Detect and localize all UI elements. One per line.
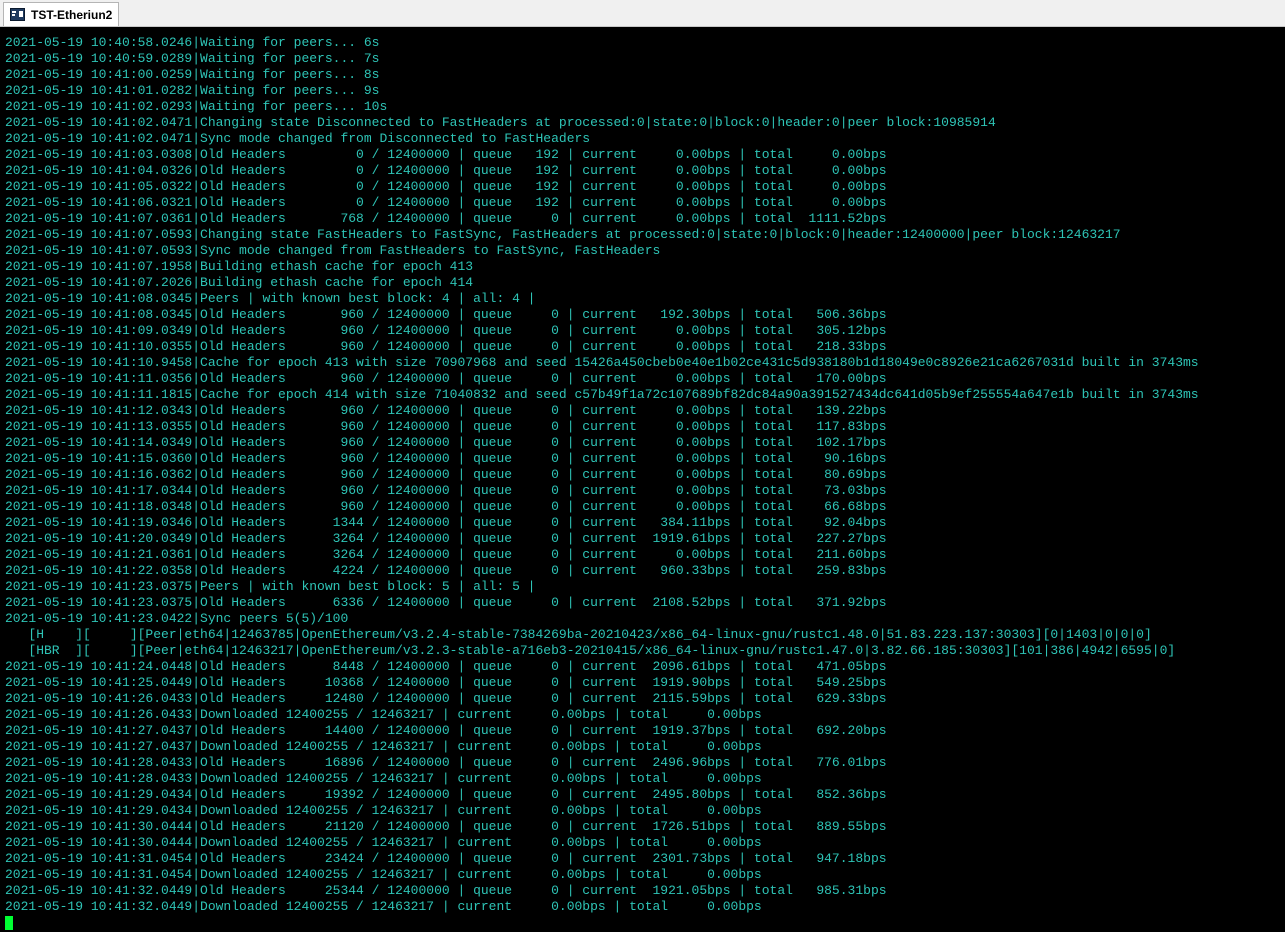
terminal-line: 2021-05-19 10:41:29.0434|Downloaded 1240… xyxy=(5,803,762,818)
terminal-line: 2021-05-19 10:40:58.0246|Waiting for pee… xyxy=(5,35,380,50)
terminal-line: 2021-05-19 10:41:31.0454|Old Headers 234… xyxy=(5,851,887,866)
terminal-line: 2021-05-19 10:41:08.0345|Old Headers 960… xyxy=(5,307,887,322)
terminal-line: 2021-05-19 10:41:26.0433|Old Headers 124… xyxy=(5,691,887,706)
terminal-line: 2021-05-19 10:41:22.0358|Old Headers 422… xyxy=(5,563,887,578)
terminal-line: 2021-05-19 10:41:06.0321|Old Headers 0 /… xyxy=(5,195,887,210)
terminal-line: 2021-05-19 10:41:01.0282|Waiting for pee… xyxy=(5,83,380,98)
terminal-line: 2021-05-19 10:41:04.0326|Old Headers 0 /… xyxy=(5,163,887,178)
terminal-line: 2021-05-19 10:41:27.0437|Old Headers 144… xyxy=(5,723,887,738)
tab-bar: TST-Etheriun2 xyxy=(0,0,1285,27)
terminal-line: 2021-05-19 10:41:09.0349|Old Headers 960… xyxy=(5,323,887,338)
terminal-line: 2021-05-19 10:41:20.0349|Old Headers 326… xyxy=(5,531,887,546)
terminal-line: [HBR ][ ][Peer|eth64|12463217|OpenEthere… xyxy=(5,643,1176,658)
terminal-line: 2021-05-19 10:41:32.0449|Downloaded 1240… xyxy=(5,899,762,914)
terminal-line: 2021-05-19 10:41:28.0433|Downloaded 1240… xyxy=(5,771,762,786)
tab-title: TST-Etheriun2 xyxy=(31,7,113,22)
terminal-icon xyxy=(10,8,25,21)
terminal-line: 2021-05-19 10:41:19.0346|Old Headers 134… xyxy=(5,515,887,530)
terminal-line: 2021-05-19 10:41:07.1958|Building ethash… xyxy=(5,259,474,274)
prompt-line[interactable] xyxy=(5,915,1285,931)
terminal-line: 2021-05-19 10:41:23.0375|Old Headers 633… xyxy=(5,595,887,610)
terminal-line: 2021-05-19 10:41:25.0449|Old Headers 103… xyxy=(5,675,887,690)
terminal-line: 2021-05-19 10:41:29.0434|Old Headers 193… xyxy=(5,787,887,802)
terminal-line: 2021-05-19 10:41:30.0444|Downloaded 1240… xyxy=(5,835,762,850)
terminal-line: 2021-05-19 10:41:12.0343|Old Headers 960… xyxy=(5,403,887,418)
terminal-line: 2021-05-19 10:41:02.0471|Changing state … xyxy=(5,115,996,130)
terminal-line: 2021-05-19 10:41:02.0471|Sync mode chang… xyxy=(5,131,591,146)
terminal-line: 2021-05-19 10:41:07.0593|Changing state … xyxy=(5,227,1121,242)
terminal-line: 2021-05-19 10:41:27.0437|Downloaded 1240… xyxy=(5,739,762,754)
terminal-line: 2021-05-19 10:41:11.0356|Old Headers 960… xyxy=(5,371,887,386)
terminal-line: 2021-05-19 10:41:30.0444|Old Headers 211… xyxy=(5,819,887,834)
terminal-line: 2021-05-19 10:41:13.0355|Old Headers 960… xyxy=(5,419,887,434)
terminal-line: 2021-05-19 10:41:28.0433|Old Headers 168… xyxy=(5,755,887,770)
terminal-line: 2021-05-19 10:41:05.0322|Old Headers 0 /… xyxy=(5,179,887,194)
terminal-line: [H ][ ][Peer|eth64|12463785|OpenEthereum… xyxy=(5,627,1152,642)
terminal-line: 2021-05-19 10:40:59.0289|Waiting for pee… xyxy=(5,51,380,66)
terminal-window: TST-Etheriun2 2021-05-19 10:40:58.0246|W… xyxy=(0,0,1285,932)
terminal-line: 2021-05-19 10:41:23.0375|Peers | with kn… xyxy=(5,579,536,594)
terminal-line: 2021-05-19 10:41:31.0454|Downloaded 1240… xyxy=(5,867,762,882)
terminal-line: 2021-05-19 10:41:00.0259|Waiting for pee… xyxy=(5,67,380,82)
terminal-line: 2021-05-19 10:41:15.0360|Old Headers 960… xyxy=(5,451,887,466)
terminal-line: 2021-05-19 10:41:21.0361|Old Headers 326… xyxy=(5,547,887,562)
terminal-line: 2021-05-19 10:41:08.0345|Peers | with kn… xyxy=(5,291,536,306)
terminal-line: 2021-05-19 10:41:23.0422|Sync peers 5(5)… xyxy=(5,611,349,626)
terminal-line: 2021-05-19 10:41:02.0293|Waiting for pee… xyxy=(5,99,388,114)
terminal-line: 2021-05-19 10:41:10.0355|Old Headers 960… xyxy=(5,339,887,354)
terminal-line: 2021-05-19 10:41:14.0349|Old Headers 960… xyxy=(5,435,887,450)
terminal-line: 2021-05-19 10:41:16.0362|Old Headers 960… xyxy=(5,467,887,482)
terminal-line: 2021-05-19 10:41:07.0593|Sync mode chang… xyxy=(5,243,661,258)
terminal-line: 2021-05-19 10:41:18.0348|Old Headers 960… xyxy=(5,499,887,514)
terminal-line: 2021-05-19 10:41:17.0344|Old Headers 960… xyxy=(5,483,887,498)
terminal-line: 2021-05-19 10:41:10.9458|Cache for epoch… xyxy=(5,355,1199,370)
cursor xyxy=(5,916,13,930)
terminal-line: 2021-05-19 10:41:24.0448|Old Headers 844… xyxy=(5,659,887,674)
tab-session[interactable]: TST-Etheriun2 xyxy=(3,2,120,26)
terminal-line: 2021-05-19 10:41:03.0308|Old Headers 0 /… xyxy=(5,147,887,162)
terminal-line: 2021-05-19 10:41:07.2026|Building ethash… xyxy=(5,275,474,290)
terminal-line: 2021-05-19 10:41:11.1815|Cache for epoch… xyxy=(5,387,1199,402)
terminal-line: 2021-05-19 10:41:26.0433|Downloaded 1240… xyxy=(5,707,762,722)
terminal-line: 2021-05-19 10:41:32.0449|Old Headers 253… xyxy=(5,883,887,898)
terminal-output[interactable]: 2021-05-19 10:40:58.0246|Waiting for pee… xyxy=(0,27,1285,932)
terminal-line: 2021-05-19 10:41:07.0361|Old Headers 768… xyxy=(5,211,887,226)
